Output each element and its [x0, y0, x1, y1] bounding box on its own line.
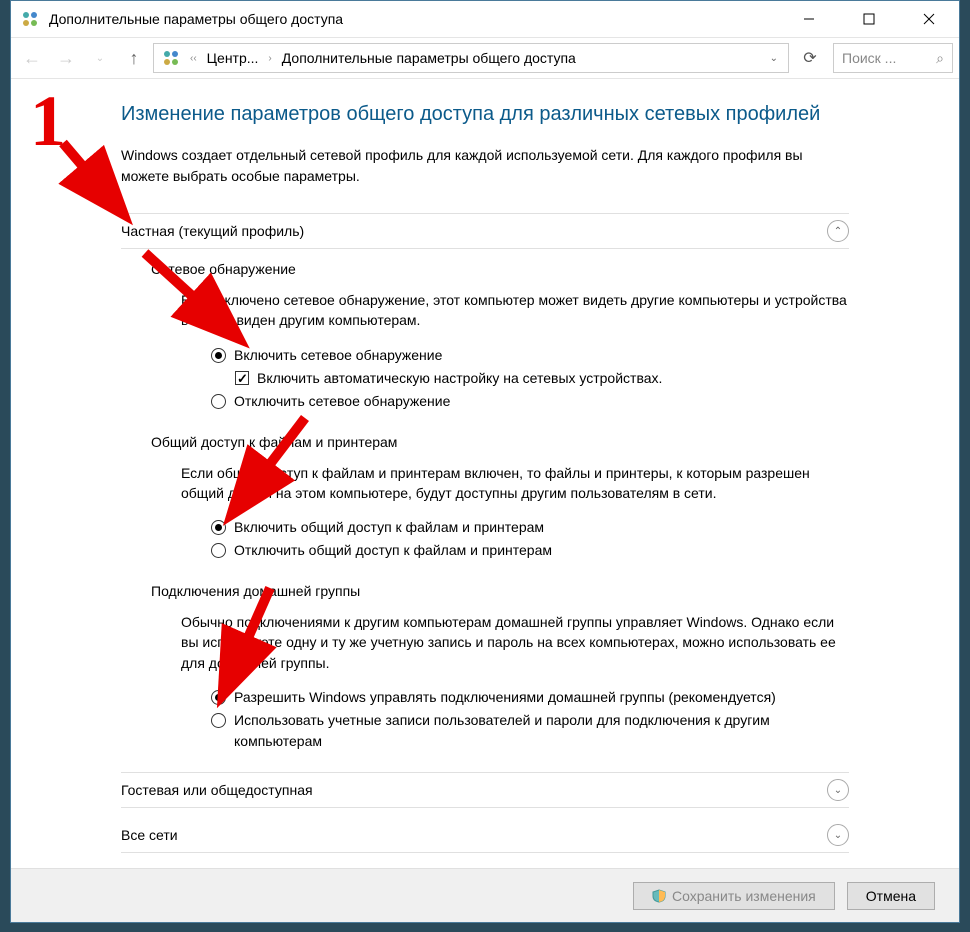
radio-icon [211, 713, 226, 728]
back-button[interactable]: ← [17, 43, 47, 73]
close-button[interactable] [899, 1, 959, 37]
search-icon: ⌕ [936, 50, 944, 67]
chevron-down-icon: ⌄ [827, 779, 849, 801]
chevron-down-icon: ⌄ [827, 824, 849, 846]
navigation-bar: ← → ⌄ ↑ ‹‹ Центр... › Дополнительные пар… [11, 37, 959, 79]
up-button[interactable]: ↑ [119, 43, 149, 73]
discovery-on-row[interactable]: Включить сетевое обнаружение [211, 345, 849, 366]
save-button[interactable]: Сохранить изменения [633, 882, 835, 910]
section-all-label: Все сети [121, 825, 827, 846]
minimize-icon [803, 13, 815, 25]
address-dropdown[interactable]: ⌄ [764, 53, 784, 64]
annotation-arrow-1 [55, 135, 135, 228]
address-bar[interactable]: ‹‹ Центр... › Дополнительные параметры о… [153, 43, 789, 73]
discovery-off-row[interactable]: Отключить сетевое обнаружение [211, 391, 849, 412]
maximize-icon [863, 13, 875, 25]
footer-bar: Сохранить изменения Отмена [11, 868, 959, 922]
control-panel-window: Дополнительные параметры общего доступа … [10, 0, 960, 923]
window-controls [779, 1, 959, 37]
cancel-label: Отмена [866, 888, 916, 904]
window-title: Дополнительные параметры общего доступа [49, 11, 779, 27]
homegroup-allow-row[interactable]: Разрешить Windows управлять подключениям… [211, 687, 849, 708]
annotation-arrow-3 [205, 410, 325, 533]
close-icon [923, 13, 935, 25]
section-private-label: Частная (текущий профиль) [121, 221, 827, 242]
search-input[interactable]: Поиск ... ⌕ [833, 43, 953, 73]
chevron-up-icon: ⌃ [827, 220, 849, 242]
crumb-advanced-sharing[interactable]: Дополнительные параметры общего доступа [278, 50, 580, 66]
homegroup-user-row[interactable]: Использовать учетные записи пользователе… [211, 710, 849, 752]
forward-button[interactable]: → [51, 43, 81, 73]
cancel-button[interactable]: Отмена [847, 882, 935, 910]
discovery-auto-row[interactable]: Включить автоматическую настройку на сет… [211, 368, 849, 389]
fileshare-off-label: Отключить общий доступ к файлам и принте… [234, 540, 552, 561]
recent-dropdown[interactable]: ⌄ [85, 43, 115, 73]
main-content: Изменение параметров общего доступа для … [11, 79, 959, 868]
section-all-header[interactable]: Все сети ⌄ [121, 818, 849, 853]
search-placeholder: Поиск ... [842, 50, 896, 66]
fileshare-off-row[interactable]: Отключить общий доступ к файлам и принте… [211, 540, 849, 561]
homegroup-user-label: Использовать учетные записи пользователе… [234, 710, 849, 752]
checkbox-icon [235, 371, 249, 385]
section-guest-header[interactable]: Гостевая или общедоступная ⌄ [121, 772, 849, 808]
section-guest-label: Гостевая или общедоступная [121, 780, 827, 801]
refresh-button[interactable]: ⟳ [795, 43, 825, 73]
discovery-title: Сетевое обнаружение [151, 259, 849, 280]
annotation-arrow-4 [170, 580, 290, 713]
radio-icon [211, 394, 226, 409]
crumb-network-center[interactable]: Центр... [203, 50, 263, 66]
intro-text: Windows создает отдельный сетевой профил… [121, 145, 849, 187]
discovery-auto-label: Включить автоматическую настройку на сет… [257, 368, 662, 389]
homegroup-allow-label: Разрешить Windows управлять подключениям… [234, 687, 776, 708]
section-private-header[interactable]: Частная (текущий профиль) ⌃ [121, 213, 849, 249]
titlebar: Дополнительные параметры общего доступа [11, 1, 959, 37]
chevron-right-icon: › [264, 53, 275, 64]
shield-icon [652, 889, 666, 903]
network-icon [21, 10, 39, 28]
discovery-desc: Если включено сетевое обнаружение, этот … [151, 290, 849, 331]
annotation-number: 1 [30, 80, 66, 163]
page-heading: Изменение параметров общего доступа для … [121, 99, 849, 129]
network-icon [162, 49, 180, 67]
save-label: Сохранить изменения [672, 888, 816, 904]
discovery-on-label: Включить сетевое обнаружение [234, 345, 442, 366]
crumb-separator: ‹‹ [186, 53, 201, 64]
annotation-arrow-2 [135, 245, 255, 358]
radio-icon [211, 543, 226, 558]
discovery-off-label: Отключить сетевое обнаружение [234, 391, 450, 412]
discovery-radio-group: Включить сетевое обнаружение Включить ав… [151, 345, 849, 412]
minimize-button[interactable] [779, 1, 839, 37]
maximize-button[interactable] [839, 1, 899, 37]
